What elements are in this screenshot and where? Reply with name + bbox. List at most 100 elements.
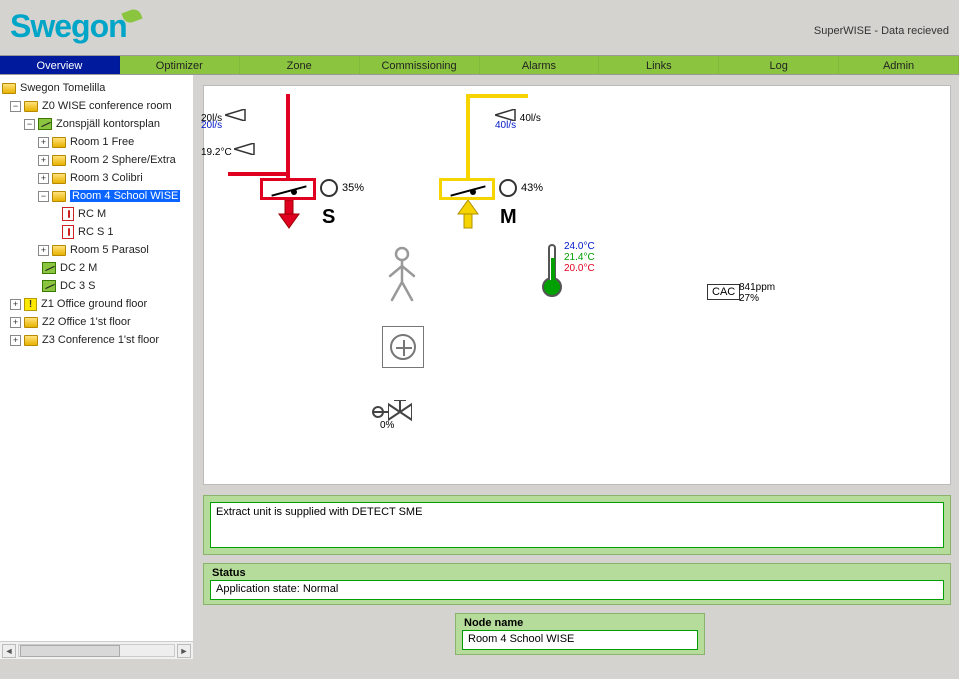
extract-damper-pct: 43% [521, 182, 543, 194]
scroll-right-icon[interactable]: ► [177, 644, 191, 658]
scroll-thumb[interactable] [20, 645, 120, 657]
tree-room1[interactable]: + Room 1 Free [2, 133, 191, 151]
folder-icon [24, 101, 38, 112]
tree-z1[interactable]: + ! Z1 Office ground floor [2, 295, 191, 313]
cac-ppm: 841ppm [739, 282, 775, 293]
folder-icon [24, 335, 38, 346]
supply-sensor-icon [320, 179, 338, 197]
supply-damper-pct: 35% [342, 182, 364, 194]
cac-label: CAC [707, 284, 740, 300]
tree-root[interactable]: Swegon Tomelilla [2, 79, 191, 97]
thermometer-icon [542, 244, 562, 297]
nav-commissioning[interactable]: Commissioning [360, 56, 480, 74]
folder-icon [2, 83, 16, 94]
status-title: Status [210, 566, 944, 580]
tree-label: Z1 Office ground floor [41, 298, 147, 310]
tree-room3[interactable]: + Room 3 Colibri [2, 169, 191, 187]
tree-dc3s[interactable]: DC 3 S [2, 277, 191, 295]
tree-z3[interactable]: + Z3 Conference 1'st floor [2, 331, 191, 349]
connection-status: SuperWISE - Data recieved [814, 25, 949, 37]
diffuser-icon [234, 143, 256, 155]
app-header: Swegon SuperWISE - Data recieved [0, 0, 959, 55]
extract-damper[interactable] [439, 178, 495, 200]
expand-icon[interactable]: + [38, 245, 49, 256]
tree-room2[interactable]: + Room 2 Sphere/Extra [2, 151, 191, 169]
brand-text: Swegon [10, 8, 127, 44]
room-diagram: 20l/s 20l/s 19.2°C 35% S 40l/s 4 [203, 85, 951, 485]
nav-optimizer[interactable]: Optimizer [120, 56, 240, 74]
tree-label: Z0 WISE conference room [42, 100, 172, 112]
extract-pipe [468, 94, 528, 98]
tree-label: Room 2 Sphere/Extra [70, 154, 176, 166]
horizontal-scrollbar[interactable]: ◄ ► [0, 641, 193, 659]
add-element-button[interactable] [382, 326, 424, 368]
collapse-icon[interactable]: − [38, 191, 49, 202]
nav-links[interactable]: Links [599, 56, 719, 74]
nav-log[interactable]: Log [719, 56, 839, 74]
folder-icon [52, 173, 66, 184]
nav-alarms[interactable]: Alarms [480, 56, 600, 74]
tree-label: Z2 Office 1'st floor [42, 316, 131, 328]
tree-label: DC 3 S [60, 280, 95, 292]
supply-pipe [286, 94, 290, 172]
nav-overview[interactable]: Overview [0, 56, 120, 74]
nav-admin[interactable]: Admin [839, 56, 959, 74]
sensor-icon [62, 207, 74, 221]
expand-icon[interactable]: + [10, 317, 21, 328]
node-name-value: Room 4 School WISE [462, 630, 698, 650]
expand-icon[interactable]: + [38, 173, 49, 184]
tree-label: RC S 1 [78, 226, 113, 238]
expand-icon[interactable]: + [10, 335, 21, 346]
status-panel: Status Application state: Normal [203, 563, 951, 605]
collapse-icon[interactable]: − [10, 101, 21, 112]
plus-icon [390, 334, 416, 360]
tree-label: Zonspjäll kontorsplan [56, 118, 160, 130]
expand-icon[interactable]: + [38, 137, 49, 148]
damper-icon [42, 262, 56, 274]
tree-rcs1[interactable]: RC S 1 [2, 223, 191, 241]
extract-sensor-icon [499, 179, 517, 197]
occupancy-icon [382, 246, 422, 307]
tree-rcm[interactable]: RC M [2, 205, 191, 223]
main-nav: Overview Optimizer Zone Commissioning Al… [0, 55, 959, 75]
folder-icon [52, 191, 66, 202]
temp-high: 24.0°C [564, 241, 595, 252]
tree-z0[interactable]: − Z0 WISE conference room [2, 97, 191, 115]
folder-icon [24, 317, 38, 328]
supply-pipe [228, 172, 290, 176]
extract-arrow-up-icon [455, 200, 481, 233]
supply-label: S [322, 206, 335, 229]
message-text: Extract unit is supplied with DETECT SME [210, 502, 944, 548]
tree-label: Z3 Conference 1'st floor [42, 334, 159, 346]
supply-arrow-down-icon [276, 200, 302, 230]
valve-pct: 0% [380, 420, 394, 431]
expand-icon[interactable]: + [10, 299, 21, 310]
nav-zone[interactable]: Zone [240, 56, 360, 74]
tree-label: Room 1 Free [70, 136, 134, 148]
temp-low: 20.0°C [564, 263, 595, 274]
brand-logo: Swegon [10, 8, 141, 45]
tree-label: RC M [78, 208, 106, 220]
tree-label-selected: Room 4 School WISE [70, 190, 180, 202]
tree-dc2m[interactable]: DC 2 M [2, 259, 191, 277]
diffuser-icon [225, 109, 247, 121]
tree-room5[interactable]: + Room 5 Parasol [2, 241, 191, 259]
expand-icon[interactable]: + [38, 155, 49, 166]
node-title: Node name [462, 616, 698, 630]
tree-label: Room 3 Colibri [70, 172, 143, 184]
collapse-icon[interactable]: − [24, 119, 35, 130]
tree-label: Swegon Tomelilla [20, 82, 105, 94]
tree-label: DC 2 M [60, 262, 97, 274]
cac-pct: 27% [739, 293, 759, 304]
scroll-left-icon[interactable]: ◄ [2, 644, 16, 658]
tree-room4[interactable]: − Room 4 School WISE [2, 187, 191, 205]
supply-temp: 19.2°C [201, 143, 256, 158]
tree-zonspjall[interactable]: − Zonspjäll kontorsplan [2, 115, 191, 133]
supply-damper[interactable] [260, 178, 316, 200]
tree-label: Room 5 Parasol [70, 244, 149, 256]
content-area: 20l/s 20l/s 19.2°C 35% S 40l/s 4 [195, 75, 959, 659]
status-text: Application state: Normal [210, 580, 944, 600]
tree-z2[interactable]: + Z2 Office 1'st floor [2, 313, 191, 331]
message-panel: Extract unit is supplied with DETECT SME [203, 495, 951, 555]
supply-flow-setpoint: 20l/s [201, 120, 222, 131]
